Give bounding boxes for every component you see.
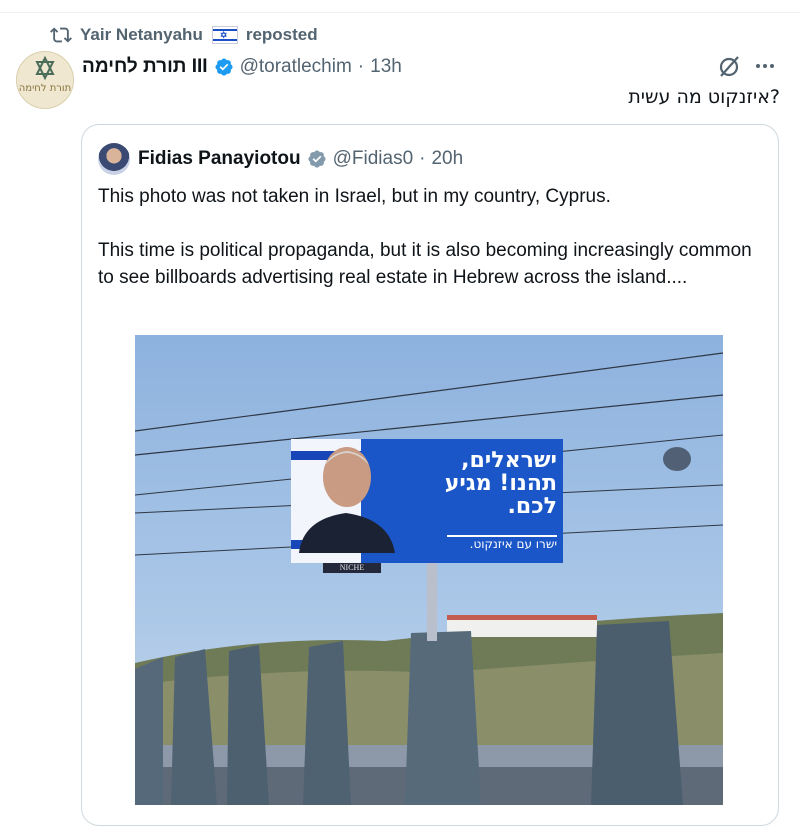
repost-icon: [50, 27, 72, 43]
repost-indicator[interactable]: Yair Netanyahu ✡ reposted: [50, 22, 318, 48]
quote-separator: ·: [419, 148, 426, 169]
timeline-divider: [0, 0, 800, 13]
billboard-sign: NICHE: [323, 563, 381, 573]
quote-handle[interactable]: @Fidias0: [333, 148, 414, 170]
quote-paragraph-1: This photo was not taken in Israel, but …: [98, 186, 611, 207]
billboard-photo[interactable]: ישראלים, תהנו! מגיע לכם. ישרו עם איזנקוט…: [135, 335, 723, 805]
verified-badge-icon[interactable]: [214, 57, 234, 77]
avatar[interactable]: תורת לחימה: [16, 51, 74, 109]
more-icon[interactable]: [753, 56, 777, 76]
quote-header: Fidias Panayiotou @Fidias0 · 20h: [138, 146, 463, 172]
grok-icon[interactable]: [716, 53, 742, 79]
gray-verified-badge-icon[interactable]: [307, 149, 327, 169]
timestamp[interactable]: 13h: [370, 56, 402, 78]
billboard: ישראלים, תהנו! מגיע לכם. ישרו עם איזנקוט…: [291, 439, 563, 563]
repost-suffix: reposted: [245, 25, 318, 44]
quote-paragraph-2: This time is political propaganda, but i…: [98, 240, 752, 288]
repost-user[interactable]: Yair Netanyahu: [80, 25, 203, 45]
israel-flag-icon: ✡: [211, 26, 238, 44]
quoted-post[interactable]: Fidias Panayiotou @Fidias0 · 20h This ph…: [81, 124, 779, 826]
post-header: III תורת לחימה @toratlechim · 13h: [82, 54, 402, 80]
avatar-label: תורת לחימה: [18, 83, 72, 94]
separator: ·: [357, 56, 365, 77]
quote-text: This photo was not taken in Israel, but …: [98, 183, 758, 291]
quote-timestamp[interactable]: 20h: [431, 148, 463, 170]
billboard-tagline: ישרו עם איזנקוט.: [447, 535, 557, 555]
handle[interactable]: @toratlechim: [240, 56, 352, 78]
post-text: ?איזנקוט מה עשית: [628, 86, 780, 108]
billboard-pole: [427, 563, 437, 641]
display-name[interactable]: III תורת לחימה: [82, 56, 208, 78]
billboard-portrait: [299, 447, 395, 553]
avatar-emblem: [35, 55, 55, 81]
quote-display-name[interactable]: Fidias Panayiotou: [138, 148, 301, 170]
billboard-headline: ישראלים, תהנו! מגיע לכם.: [444, 448, 557, 519]
quote-avatar[interactable]: [98, 143, 130, 175]
